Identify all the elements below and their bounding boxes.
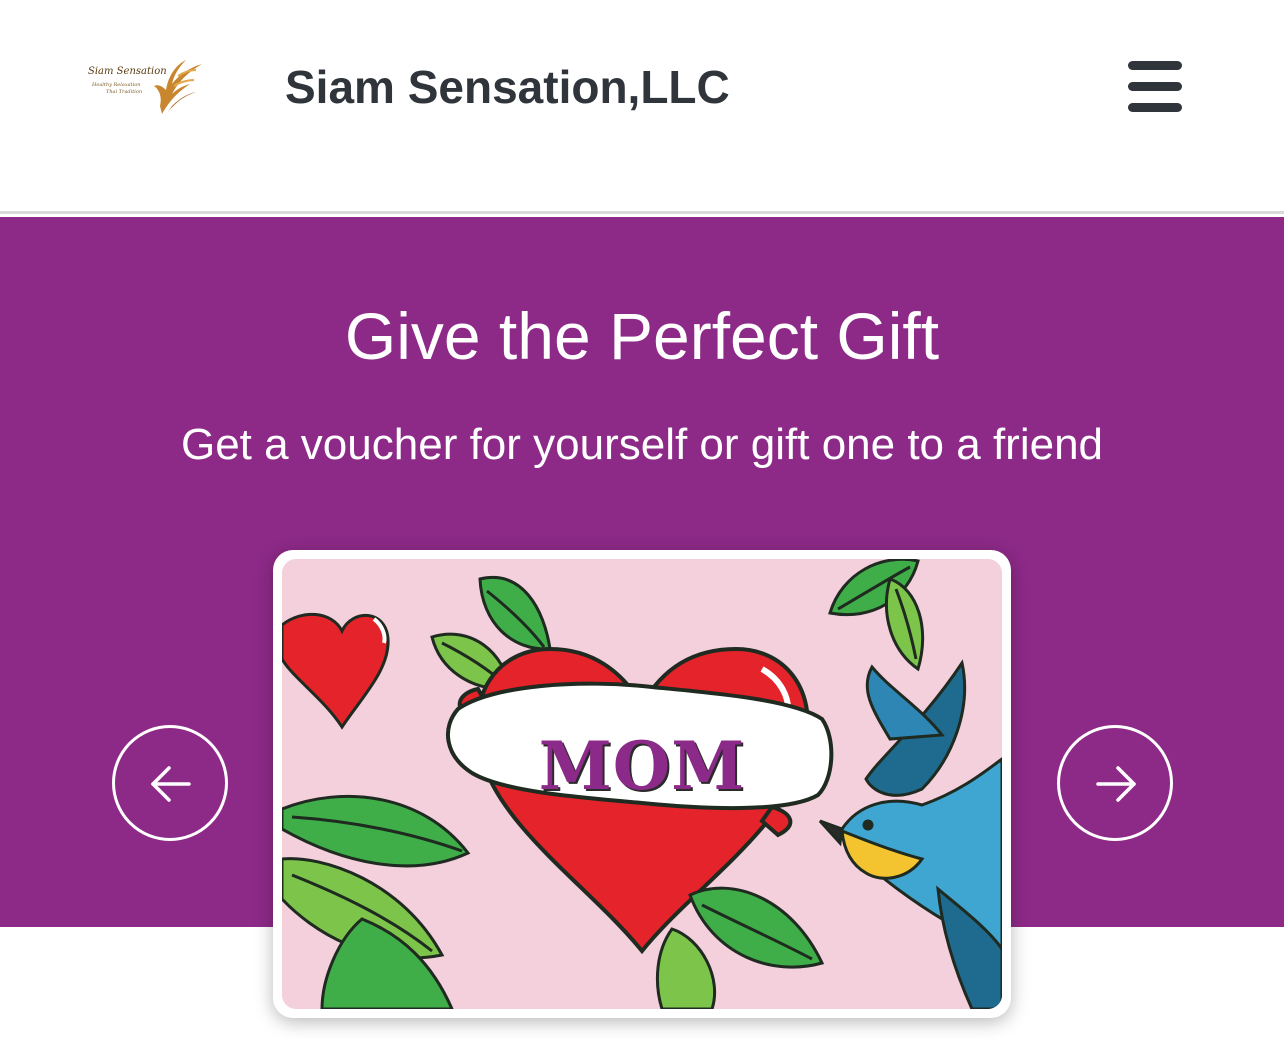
bluebird xyxy=(818,659,1002,1009)
logo-tagline-line1: Healthy Relaxation xyxy=(92,82,141,88)
card-banner-text: MOM xyxy=(538,727,746,805)
small-heart xyxy=(282,612,390,730)
logo-tagline: Healthy Relaxation Thai Tradition xyxy=(92,82,142,96)
gift-card[interactable]: MOM xyxy=(273,550,1011,1018)
gift-card-artwork: MOM xyxy=(282,559,1002,1009)
logo-name: Siam Sensation xyxy=(88,66,167,77)
carousel-prev-button[interactable] xyxy=(112,725,228,841)
business-name: Siam Sensation,LLC xyxy=(285,61,730,113)
arrow-right-icon xyxy=(1096,766,1136,802)
menu-bar-middle xyxy=(1128,82,1182,91)
leaf-bottom-left xyxy=(282,794,471,1009)
site-header: Siam Sensation Healthy Relaxation Thai T… xyxy=(0,0,1284,214)
business-logo[interactable]: Siam Sensation Healthy Relaxation Thai T… xyxy=(82,56,210,120)
hero-subtitle: Get a voucher for yourself or gift one t… xyxy=(180,420,1104,469)
hero-title: Give the Perfect Gift xyxy=(344,299,940,373)
carousel-next-button[interactable] xyxy=(1057,725,1173,841)
menu-bar-top xyxy=(1128,61,1182,70)
hamburger-menu-icon[interactable] xyxy=(1122,55,1188,121)
menu-bar-bottom xyxy=(1128,103,1182,112)
logo-tagline-line2: Thai Tradition xyxy=(106,89,143,95)
leaf-top-right xyxy=(828,559,925,672)
arrow-left-icon xyxy=(151,766,191,802)
